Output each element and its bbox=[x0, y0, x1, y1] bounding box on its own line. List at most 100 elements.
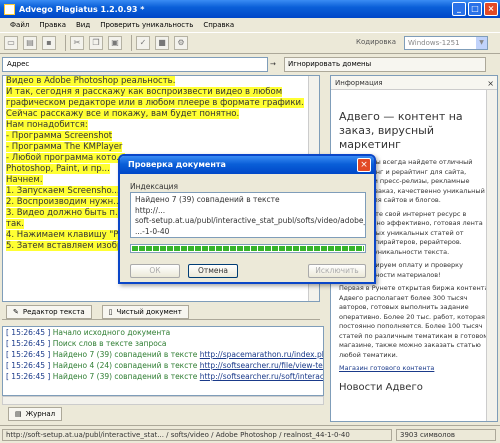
log-url[interactable]: http://softsearcher.ru/soft/interactive-… bbox=[200, 372, 323, 381]
ok-button[interactable]: ОК bbox=[130, 264, 180, 278]
log-row: [ 15:26:45 ] Найдено 4 (24) совпадений в… bbox=[3, 360, 323, 371]
save-icon[interactable]: ▪ bbox=[42, 36, 56, 50]
ignored-domains-field[interactable]: Игнорировать домены bbox=[284, 57, 486, 72]
tab-clean-document-label: Чистый документ bbox=[116, 307, 182, 316]
settings-icon[interactable]: ⚙ bbox=[174, 36, 188, 50]
log-message: Поиск слов в тексте запроса bbox=[52, 339, 167, 348]
editor-line: графическом редакторе или в любом плеере… bbox=[3, 98, 319, 109]
dialog-close-button[interactable]: × bbox=[357, 158, 371, 172]
address-go-button[interactable]: → bbox=[270, 57, 280, 72]
editor-line: - Программа The KMPlayer bbox=[3, 142, 319, 153]
stop-icon[interactable]: ■ bbox=[155, 36, 169, 50]
editor-line-text: так. bbox=[6, 219, 24, 229]
tab-clean-document[interactable]: ▯ Чистый документ bbox=[101, 304, 189, 319]
maximize-button[interactable]: □ bbox=[468, 2, 482, 16]
cut-icon[interactable]: ✂ bbox=[70, 36, 84, 50]
minimize-button[interactable]: _ bbox=[452, 2, 466, 16]
tab-journal[interactable]: ▤ Журнал bbox=[8, 407, 63, 421]
paste-icon[interactable]: ▣ bbox=[108, 36, 122, 50]
menu-edit[interactable]: Правка bbox=[39, 21, 66, 29]
close-icon[interactable]: × bbox=[487, 77, 494, 91]
exclude-button[interactable]: Исключить bbox=[308, 264, 366, 278]
log-url[interactable]: http://softsearcher.ru/file/view-text-1 bbox=[200, 361, 323, 370]
cancel-button[interactable]: Отмена bbox=[188, 264, 238, 278]
dialog-result-list[interactable]: Найдено 7 (39) совпадений в тексте http:… bbox=[130, 192, 366, 238]
info-heading: Адвего — контент на заказ, вирусный марк… bbox=[339, 110, 463, 151]
editor-line-text: Нам понадобится: bbox=[6, 120, 88, 130]
encoding-select[interactable]: Windows-1251 ▼ bbox=[404, 36, 488, 50]
editor-line-text: - Программа Screenshot bbox=[6, 131, 113, 141]
new-document-icon[interactable]: ▭ bbox=[4, 36, 18, 50]
toolbar-separator bbox=[65, 35, 66, 51]
menu-check-uniqueness[interactable]: Проверить уникальность bbox=[100, 21, 193, 29]
journal-icon: ▤ bbox=[15, 410, 22, 418]
log-message: Найдено 4 (24) совпадений в тексте bbox=[52, 361, 198, 370]
editor-line-text: - Любой программа кото... bbox=[6, 153, 125, 163]
log-timestamp: [ 15:26:45 ] bbox=[6, 339, 51, 348]
status-bar: http://soft-setup.at.ua/publ/interactive… bbox=[0, 425, 500, 443]
dialog-line: soft-setup.at.ua/publ/interactive_stat_p… bbox=[135, 216, 365, 225]
log-row: [ 15:26:45 ] Найдено 7 (39) совпадений в… bbox=[3, 371, 323, 382]
editor-line-text: графическом редакторе или в любом плеере… bbox=[6, 98, 304, 108]
status-url: http://soft-setup.at.ua/publ/interactive… bbox=[2, 429, 392, 441]
address-input[interactable]: Адрес bbox=[2, 57, 268, 72]
log-message: Найдено 7 (39) совпадений в тексте bbox=[52, 372, 198, 381]
progress-fill bbox=[132, 246, 364, 251]
chevron-down-icon: ▼ bbox=[476, 37, 487, 49]
close-button[interactable]: × bbox=[484, 2, 498, 16]
editor-line-text: 2. Воспроизводим нужн... bbox=[6, 197, 122, 207]
menu-file[interactable]: Файл bbox=[10, 21, 29, 29]
editor-line: И так, сегодня я расскажу как воспроизве… bbox=[3, 87, 319, 98]
window-title: Advego Plagiatus 1.2.0.93 * bbox=[19, 4, 145, 14]
log-timestamp: [ 15:26:45 ] bbox=[6, 350, 51, 359]
menu-help[interactable]: Справка bbox=[203, 21, 234, 29]
menu-bar: Файл Правка Вид Проверить уникальность С… bbox=[0, 18, 500, 32]
info-panel-header: Информация × bbox=[331, 76, 497, 90]
dialog-title: Проверка документа bbox=[120, 156, 374, 174]
dialog-line: http://... bbox=[135, 205, 166, 215]
info-paragraph: Первая в Рунете открытая биржа контента … bbox=[339, 284, 489, 359]
editor-line: Нам понадобится: bbox=[3, 120, 319, 131]
ignored-domains-label: Игнорировать домены bbox=[288, 60, 372, 68]
log-message: Найдено 7 (39) совпадений в тексте bbox=[52, 350, 198, 359]
editor-line: - Программа Screenshot bbox=[3, 131, 319, 142]
editor-line-text: - Программа The KMPlayer bbox=[6, 142, 123, 152]
log-timestamp: [ 15:26:45 ] bbox=[6, 361, 51, 370]
toolbar-separator bbox=[131, 35, 132, 51]
dialog-line: ...-1-0-40 bbox=[135, 226, 170, 236]
open-icon[interactable]: ▤ bbox=[23, 36, 37, 50]
document-icon: ▯ bbox=[108, 307, 113, 316]
editor-line-text: Видео в Adobe Photoshop реальность. bbox=[6, 76, 176, 86]
dialog-status: Индексация bbox=[130, 182, 179, 191]
editor-line: Сейчас расскажу все и покажу, вам будет … bbox=[3, 109, 319, 120]
editor-line-text: Начнем. bbox=[6, 175, 43, 185]
info-panel-title: Информация bbox=[335, 79, 383, 87]
log-message: Начало исходного документа bbox=[52, 328, 171, 337]
tab-text-editor[interactable]: ✎ Редактор текста bbox=[6, 304, 92, 319]
info-news-heading: Новости Адвего bbox=[339, 381, 423, 393]
check-document-dialog: Проверка документа × Индексация Найдено … bbox=[118, 154, 376, 284]
log-timestamp: [ 15:26:45 ] bbox=[6, 372, 51, 381]
log-scrollbar[interactable] bbox=[2, 396, 324, 405]
log-url[interactable]: http://spacemarathon.ru/index.php?p=dire… bbox=[200, 350, 323, 359]
log-timestamp: [ 15:26:45 ] bbox=[6, 328, 51, 337]
tab-text-editor-label: Редактор текста bbox=[22, 307, 85, 316]
menu-view[interactable]: Вид bbox=[76, 21, 90, 29]
editor-line-text: И так, сегодня я расскажу как воспроизве… bbox=[6, 87, 283, 97]
info-scrollbar[interactable] bbox=[486, 90, 497, 421]
edit-icon: ✎ bbox=[13, 307, 19, 316]
check-icon[interactable]: ✓ bbox=[136, 36, 150, 50]
status-char-count: 3903 символов bbox=[396, 429, 496, 441]
log-row: [ 15:26:45 ] Поиск слов в тексте запроса bbox=[3, 338, 323, 349]
log-row: [ 15:26:45 ] Найдено 7 (39) совпадений в… bbox=[3, 349, 323, 360]
log-panel[interactable]: [ 15:26:45 ] Начало исходного документа[… bbox=[2, 326, 324, 396]
title-bar: Advego Plagiatus 1.2.0.93 * _ □ × bbox=[0, 0, 500, 18]
copy-icon[interactable]: ❐ bbox=[89, 36, 103, 50]
encoding-label: Кодировка bbox=[356, 38, 397, 46]
editor-line-text: 1. Запускаем Screensho... bbox=[6, 186, 120, 196]
editor-line: Видео в Adobe Photoshop реальность. bbox=[3, 76, 319, 87]
info-link[interactable]: Магазин готового контента bbox=[339, 364, 434, 372]
address-label: Адрес bbox=[7, 60, 30, 68]
editor-tabs: ✎ Редактор текста ▯ Чистый документ bbox=[2, 304, 320, 320]
journal-label: Журнал bbox=[25, 410, 56, 418]
